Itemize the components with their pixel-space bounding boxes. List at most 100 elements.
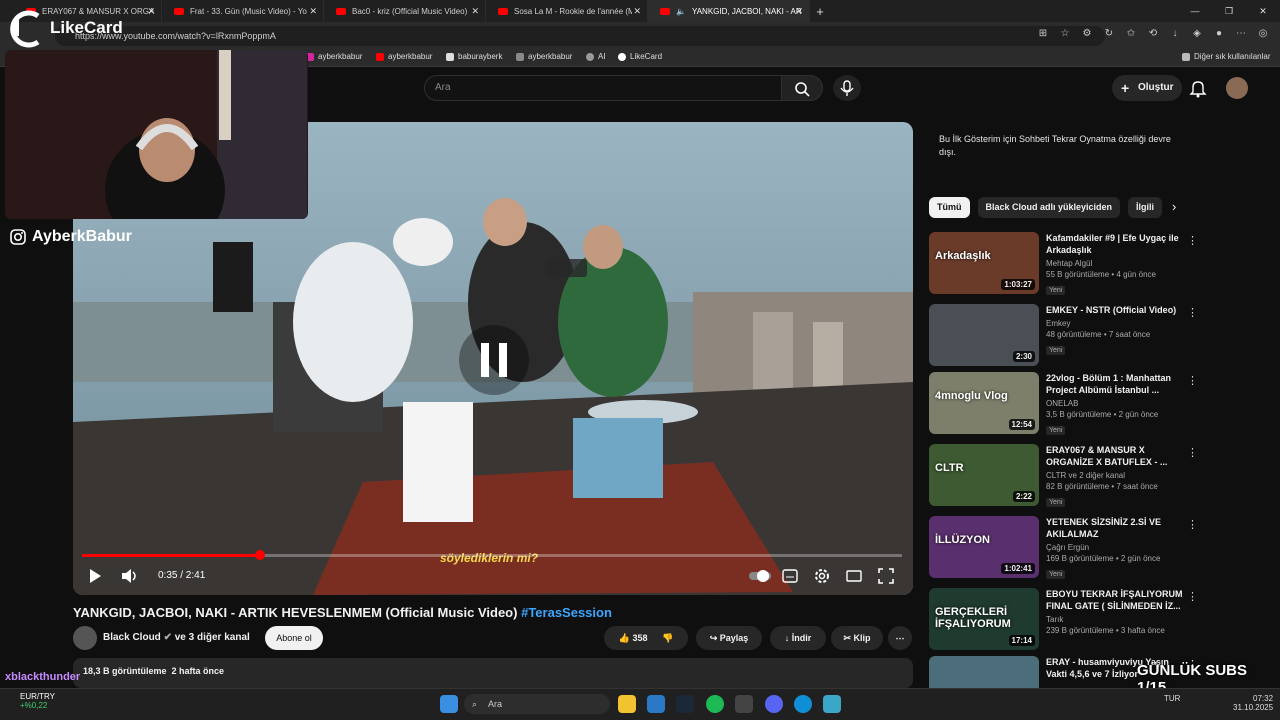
chip-all[interactable]: Tümü bbox=[929, 197, 970, 218]
edge-icon[interactable] bbox=[794, 695, 812, 713]
more-options-icon[interactable]: ⋮ bbox=[1187, 590, 1198, 603]
steam-icon[interactable] bbox=[676, 695, 694, 713]
autoplay-toggle-icon[interactable] bbox=[749, 569, 771, 583]
bookmark-item[interactable]: ayberkbabur bbox=[516, 52, 572, 61]
bookmark-item[interactable]: LikeCard bbox=[618, 52, 662, 61]
like-button[interactable]: 👍 358 bbox=[619, 633, 648, 643]
recommendation-item[interactable]: GERÇEKLERİ İFŞALIYORUM 17:14 EBOYU TEKRAR … bbox=[929, 588, 1269, 652]
more-icon[interactable]: ⋯ bbox=[1234, 27, 1248, 41]
recommendation-title[interactable]: 22vlog - Bölüm 1 : Manhattan Project Alb… bbox=[1046, 372, 1186, 396]
discord-icon[interactable] bbox=[765, 695, 783, 713]
dislike-button[interactable]: 👎 bbox=[662, 633, 673, 643]
close-tab-icon[interactable]: ✕ bbox=[147, 6, 155, 17]
maximize-icon[interactable]: ❐ bbox=[1212, 0, 1246, 22]
video-thumbnail[interactable]: 2:30 bbox=[929, 304, 1039, 366]
taskbar-search[interactable]: ⌕ Ara bbox=[464, 694, 610, 714]
recommendation-item[interactable]: Arkadaşlık 1:03:27 Kafamdakiler #9 | Efe U… bbox=[929, 232, 1269, 296]
video-thumbnail[interactable]: Arkadaşlık 1:03:27 bbox=[929, 232, 1039, 294]
recommendation-title[interactable]: YETENEK SİZSİNİZ 2.Sİ VE AKILALMAZ SİHİR… bbox=[1046, 516, 1186, 540]
download-icon[interactable]: ↓ bbox=[1168, 27, 1182, 41]
play-icon[interactable] bbox=[87, 568, 103, 584]
refresh-icon[interactable]: ↻ bbox=[1102, 27, 1116, 41]
more-actions-button[interactable]: ⋯ bbox=[888, 626, 912, 650]
extensions-icon[interactable]: ⚙ bbox=[1080, 27, 1094, 41]
bookmark-item[interactable]: AI bbox=[586, 52, 606, 61]
file-explorer-icon[interactable] bbox=[618, 695, 636, 713]
close-window-icon[interactable]: ✕ bbox=[1246, 0, 1280, 22]
notepad-icon[interactable] bbox=[823, 695, 841, 713]
app-icon[interactable] bbox=[735, 695, 753, 713]
pause-indicator[interactable] bbox=[459, 325, 529, 395]
recommendation-channel[interactable]: Tarık bbox=[1046, 615, 1186, 624]
voice-search-button[interactable] bbox=[833, 75, 861, 101]
channel-name[interactable]: Black Cloud ✔ ve 3 diğer kanal bbox=[103, 632, 250, 643]
more-options-icon[interactable]: ⋮ bbox=[1187, 518, 1198, 531]
recommendation-item[interactable]: 4mnoglu Vlog 12:54 22vlog - Bölüm 1 : Manh… bbox=[929, 372, 1269, 436]
recommendation-channel[interactable]: CLTR ve 2 diğer kanal bbox=[1046, 471, 1186, 480]
bookmark-item[interactable]: ayberkbabur bbox=[306, 52, 362, 61]
browser-tab[interactable]: Bac0 - kriz (Official Music Video) ✕ bbox=[324, 0, 486, 22]
subtitles-icon[interactable] bbox=[782, 568, 798, 584]
account-avatar[interactable] bbox=[1226, 77, 1248, 99]
chevron-right-icon[interactable]: › bbox=[1172, 199, 1176, 214]
favorite-star-icon[interactable]: ☆ bbox=[1058, 27, 1072, 41]
close-tab-icon[interactable]: ✕ bbox=[795, 6, 803, 17]
video-thumbnail[interactable]: GERÇEKLERİ İFŞALIYORUM 17:14 bbox=[929, 588, 1039, 650]
favorites-icon[interactable]: ✩ bbox=[1124, 27, 1138, 41]
recommendation-channel[interactable]: Çağrı Ergün bbox=[1046, 543, 1186, 552]
clip-button[interactable]: ✂ Klip bbox=[831, 626, 883, 650]
browser-tab[interactable]: Sosa La M - Rookie de l'année (M ✕ bbox=[486, 0, 648, 22]
more-options-icon[interactable]: ⋮ bbox=[1187, 306, 1198, 319]
browser-tab-active[interactable]: 🔈 YANKGID, JACBOI, NAKI - AR ✕ bbox=[648, 0, 810, 22]
recommendation-title[interactable]: EMKEY - NSTR (Official Video) bbox=[1046, 304, 1186, 316]
hashtag-link[interactable]: #TerasSession bbox=[521, 605, 612, 620]
progress-bar[interactable] bbox=[82, 550, 902, 560]
copilot-icon[interactable]: ◎ bbox=[1256, 27, 1270, 41]
url-field[interactable]: https://www.youtube.com/watch?v=lRxnmPop… bbox=[55, 26, 1105, 46]
currency-widget[interactable]: EUR/TRY +%0,22 bbox=[20, 692, 55, 710]
notifications-button[interactable] bbox=[1186, 76, 1210, 100]
theater-mode-icon[interactable] bbox=[846, 568, 862, 584]
bookmark-item[interactable]: baburayberk bbox=[446, 52, 502, 61]
channel-avatar[interactable] bbox=[73, 626, 97, 650]
recommendation-item[interactable]: İLLÜZYON 1:02:41 YETENEK SİZSİNİZ 2.Sİ VE … bbox=[929, 516, 1269, 580]
recommendation-title[interactable]: ERAY067 & MANSUR X ORGANİZE X BATUFLEX -… bbox=[1046, 444, 1186, 468]
search-input[interactable]: Ara bbox=[424, 75, 782, 101]
subscribe-button[interactable]: Abone ol bbox=[265, 626, 323, 650]
create-button[interactable]: + Oluştur bbox=[1112, 75, 1182, 101]
browser-tab[interactable]: Frat - 33. Gün (Music Video) - Yo ✕ bbox=[162, 0, 324, 22]
chip-related[interactable]: İlgili bbox=[1128, 197, 1163, 218]
history-icon[interactable]: ⟲ bbox=[1146, 27, 1160, 41]
start-button[interactable] bbox=[440, 695, 458, 713]
description-box[interactable]: 18,3 B görüntüleme 2 hafta önce bbox=[73, 658, 913, 688]
new-tab-button[interactable]: + bbox=[810, 4, 830, 19]
video-thumbnail[interactable]: 4mnoglu Vlog 12:54 bbox=[929, 372, 1039, 434]
download-button[interactable]: ↓ İndir bbox=[770, 626, 826, 650]
fullscreen-icon[interactable] bbox=[878, 568, 894, 584]
clock[interactable]: 07:32 31.10.2025 bbox=[1233, 694, 1273, 712]
recommendation-item[interactable]: 2:30 EMKEY - NSTR (Official Video) Emkey 48… bbox=[929, 304, 1269, 368]
video-thumbnail[interactable]: İLLÜZYON 1:02:41 bbox=[929, 516, 1039, 578]
recommendation-channel[interactable]: Mehtap Algül bbox=[1046, 259, 1186, 268]
search-button[interactable] bbox=[781, 75, 823, 101]
video-thumbnail[interactable]: CLTR 2:22 bbox=[929, 444, 1039, 506]
reader-icon[interactable]: ⊞ bbox=[1036, 27, 1050, 41]
profile-icon[interactable]: ● bbox=[1212, 27, 1226, 41]
close-tab-icon[interactable]: ✕ bbox=[633, 6, 641, 17]
more-options-icon[interactable]: ⋮ bbox=[1187, 374, 1198, 387]
settings-gear-icon[interactable] bbox=[813, 567, 831, 585]
close-tab-icon[interactable]: ✕ bbox=[471, 6, 479, 17]
recommendation-channel[interactable]: ONELAB bbox=[1046, 399, 1186, 408]
more-options-icon[interactable]: ⋮ bbox=[1187, 446, 1198, 459]
more-options-icon[interactable]: ⋮ bbox=[1187, 234, 1198, 247]
store-icon[interactable] bbox=[647, 695, 665, 713]
recommendation-title[interactable]: EBOYU TEKRAR İFŞALIYORUM FINAL GATE ( Sİ… bbox=[1046, 588, 1186, 612]
minimize-icon[interactable]: — bbox=[1178, 0, 1212, 22]
other-bookmarks[interactable]: Diğer sık kullanılanlar bbox=[1182, 52, 1270, 61]
recommendation-item[interactable]: CLTR 2:22 ERAY067 & MANSUR X ORGANİZE X BA… bbox=[929, 444, 1269, 508]
chip-from-uploader[interactable]: Black Cloud adlı yükleyiciden bbox=[977, 197, 1121, 218]
shield-icon[interactable]: ◈ bbox=[1190, 27, 1204, 41]
volume-icon[interactable] bbox=[121, 568, 139, 584]
miniplayer-controls[interactable] bbox=[547, 259, 587, 277]
bookmark-item[interactable]: ayberkbabur bbox=[376, 52, 432, 61]
